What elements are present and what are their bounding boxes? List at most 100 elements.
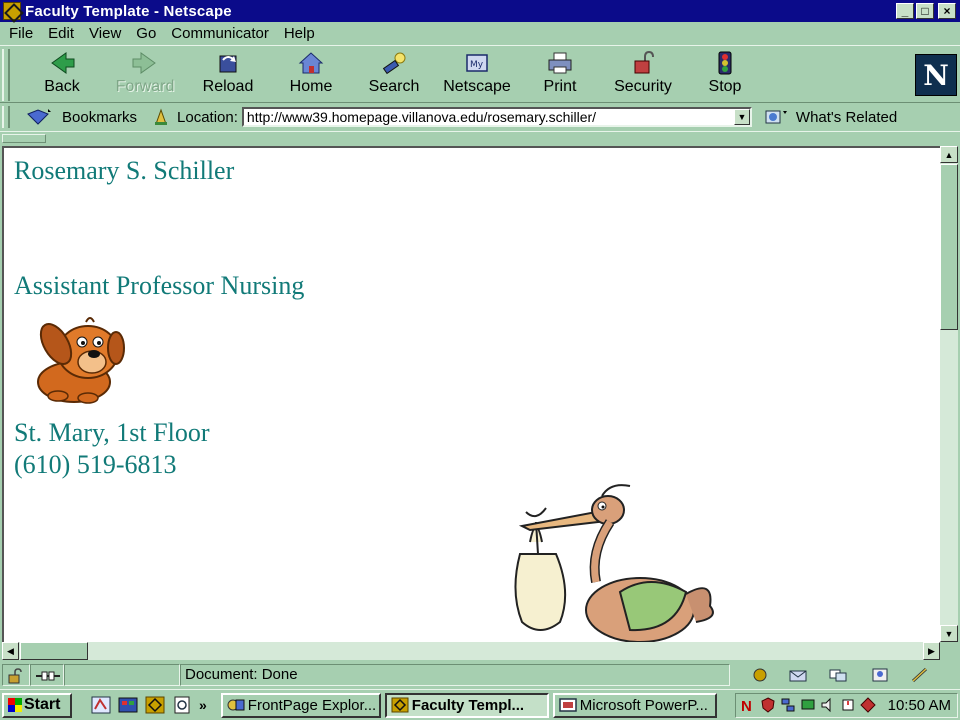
vertical-scroll-thumb[interactable]	[940, 164, 958, 330]
search-label: Search	[368, 78, 420, 95]
start-label: Start	[24, 696, 61, 713]
tray-clock[interactable]: 10:50 AM	[888, 697, 951, 714]
scroll-down-arrow-icon[interactable]: ▼	[940, 625, 958, 642]
print-label: Print	[543, 78, 577, 95]
print-button[interactable]: Print	[520, 50, 600, 100]
tray-netscape-icon[interactable]: N	[740, 697, 756, 713]
svg-text:My: My	[470, 60, 484, 70]
start-button[interactable]: Start	[2, 692, 72, 718]
scroll-up-arrow-icon[interactable]: ▲	[940, 146, 958, 163]
task-microsoft-powerpoint[interactable]: Microsoft PowerP...	[552, 692, 717, 718]
close-button[interactable]: ×	[938, 3, 956, 19]
printer-icon	[548, 52, 572, 74]
navigator-component-icon[interactable]	[750, 667, 770, 683]
minimize-button[interactable]: _	[896, 3, 914, 19]
quicklaunch-frontpage-icon[interactable]	[90, 695, 112, 715]
bookmarks-icon[interactable]	[26, 108, 52, 126]
reload-button[interactable]: Reload	[188, 50, 268, 100]
scroll-left-arrow-icon[interactable]: ◀	[2, 642, 19, 660]
address-book-component-icon[interactable]	[870, 667, 890, 683]
quicklaunch-netscape-icon[interactable]	[144, 695, 166, 715]
tray-volume-icon[interactable]	[820, 697, 836, 713]
quicklaunch-desktop-icon[interactable]	[117, 695, 139, 715]
netscape-label: Netscape	[443, 78, 511, 95]
toolbar-grip[interactable]	[2, 49, 10, 101]
online-status-cell[interactable]	[30, 664, 64, 686]
back-arrow-icon	[51, 52, 75, 74]
phone-number: (610) 519-6813	[14, 450, 177, 479]
reload-icon	[219, 55, 237, 73]
location-toolbar: Bookmarks Location: http://www39.homepag…	[0, 104, 960, 130]
scroll-right-arrow-icon[interactable]: ▶	[923, 642, 940, 660]
my-netscape-icon: My	[466, 54, 488, 72]
connection-plug-icon	[36, 671, 60, 681]
menu-help[interactable]: Help	[284, 25, 315, 42]
url-input[interactable]: http://www39.homepage.villanova.edu/rose…	[241, 107, 752, 127]
whats-related-icon[interactable]	[764, 108, 790, 126]
mail-component-icon[interactable]	[788, 667, 808, 683]
whats-related-label[interactable]: What's Related	[796, 109, 897, 126]
cartoon-stork-icon	[514, 484, 714, 642]
forward-label: Forward	[115, 78, 175, 95]
svg-text:N: N	[741, 698, 752, 713]
unlocked-padlock-icon	[8, 668, 22, 684]
faculty-name: Rosemary S. Schiller	[14, 156, 235, 185]
security-status-cell[interactable]	[2, 664, 30, 686]
menu-communicator[interactable]: Communicator	[171, 25, 269, 42]
status-text: Document: Done	[180, 664, 730, 686]
task-label-faculty: Faculty Templ...	[411, 696, 525, 714]
menu-bar: File Edit View Go Communicator Help	[0, 22, 960, 44]
tray-agent-icon[interactable]	[859, 697, 876, 713]
location-toolbar-grip[interactable]	[2, 106, 10, 128]
horizontal-scrollbar[interactable]: ◀ ▶	[2, 642, 940, 660]
title-bar: Faculty Template - Netscape _ □ ×	[0, 0, 960, 22]
window-title: Faculty Template - Netscape	[25, 2, 232, 20]
personal-toolbar-tab[interactable]	[2, 134, 46, 143]
task-faculty-template[interactable]: Faculty Templ...	[384, 692, 549, 718]
task-frontpage-explorer[interactable]: FrontPage Explor...	[220, 692, 381, 718]
powerpoint-task-icon	[559, 698, 577, 712]
composer-component-icon[interactable]	[910, 667, 930, 683]
home-icon	[298, 52, 324, 74]
page-proxy-icon[interactable]	[153, 108, 169, 126]
menu-go[interactable]: Go	[136, 25, 156, 42]
system-tray: N 10:50 AM	[734, 692, 958, 718]
url-dropdown-icon[interactable]: ▼	[733, 109, 750, 125]
security-label: Security	[614, 78, 672, 95]
tray-shield-icon[interactable]	[760, 697, 776, 713]
back-label: Back	[44, 78, 80, 95]
tray-display-icon[interactable]	[800, 697, 816, 713]
newsgroups-component-icon[interactable]	[828, 667, 848, 683]
menu-edit[interactable]: Edit	[48, 25, 74, 42]
status-bar: Document: Done	[0, 662, 960, 688]
home-button[interactable]: Home	[271, 50, 351, 100]
horizontal-scroll-thumb[interactable]	[20, 642, 88, 660]
tray-network-icon[interactable]	[780, 697, 796, 713]
quicklaunch-document-icon[interactable]	[171, 695, 193, 715]
back-button[interactable]: Back	[22, 50, 102, 100]
tray-scheduler-icon[interactable]	[840, 697, 856, 713]
netscape-throbber-logo[interactable]: N	[915, 54, 957, 96]
quicklaunch-more-icon[interactable]: »	[199, 697, 207, 713]
forward-arrow-icon	[132, 52, 156, 74]
bookmarks-label[interactable]: Bookmarks	[62, 109, 137, 126]
security-button[interactable]: Security	[603, 50, 683, 100]
task-label-powerpoint: Microsoft PowerP...	[579, 696, 708, 714]
padlock-icon	[634, 50, 654, 74]
maximize-button[interactable]: □	[916, 3, 934, 19]
windows-taskbar: Start » FrontPage Explor... Faculty Temp…	[0, 689, 960, 720]
netscape-app-icon[interactable]	[3, 2, 21, 20]
menu-file[interactable]: File	[9, 25, 33, 42]
vertical-scrollbar[interactable]: ▲ ▼	[940, 146, 958, 642]
scrollbar-corner	[940, 642, 958, 660]
page-content: Rosemary S. Schiller Assistant Professor…	[2, 146, 940, 642]
progress-cell	[64, 664, 180, 686]
home-label: Home	[289, 78, 333, 95]
menu-view[interactable]: View	[89, 25, 121, 42]
stop-button[interactable]: Stop	[685, 50, 765, 100]
netscape-button[interactable]: My Netscape	[437, 50, 517, 100]
search-button[interactable]: Search	[354, 50, 434, 100]
forward-button[interactable]: Forward	[105, 50, 185, 100]
location-label: Location:	[177, 108, 238, 126]
faculty-position: Assistant Professor Nursing	[14, 271, 305, 300]
